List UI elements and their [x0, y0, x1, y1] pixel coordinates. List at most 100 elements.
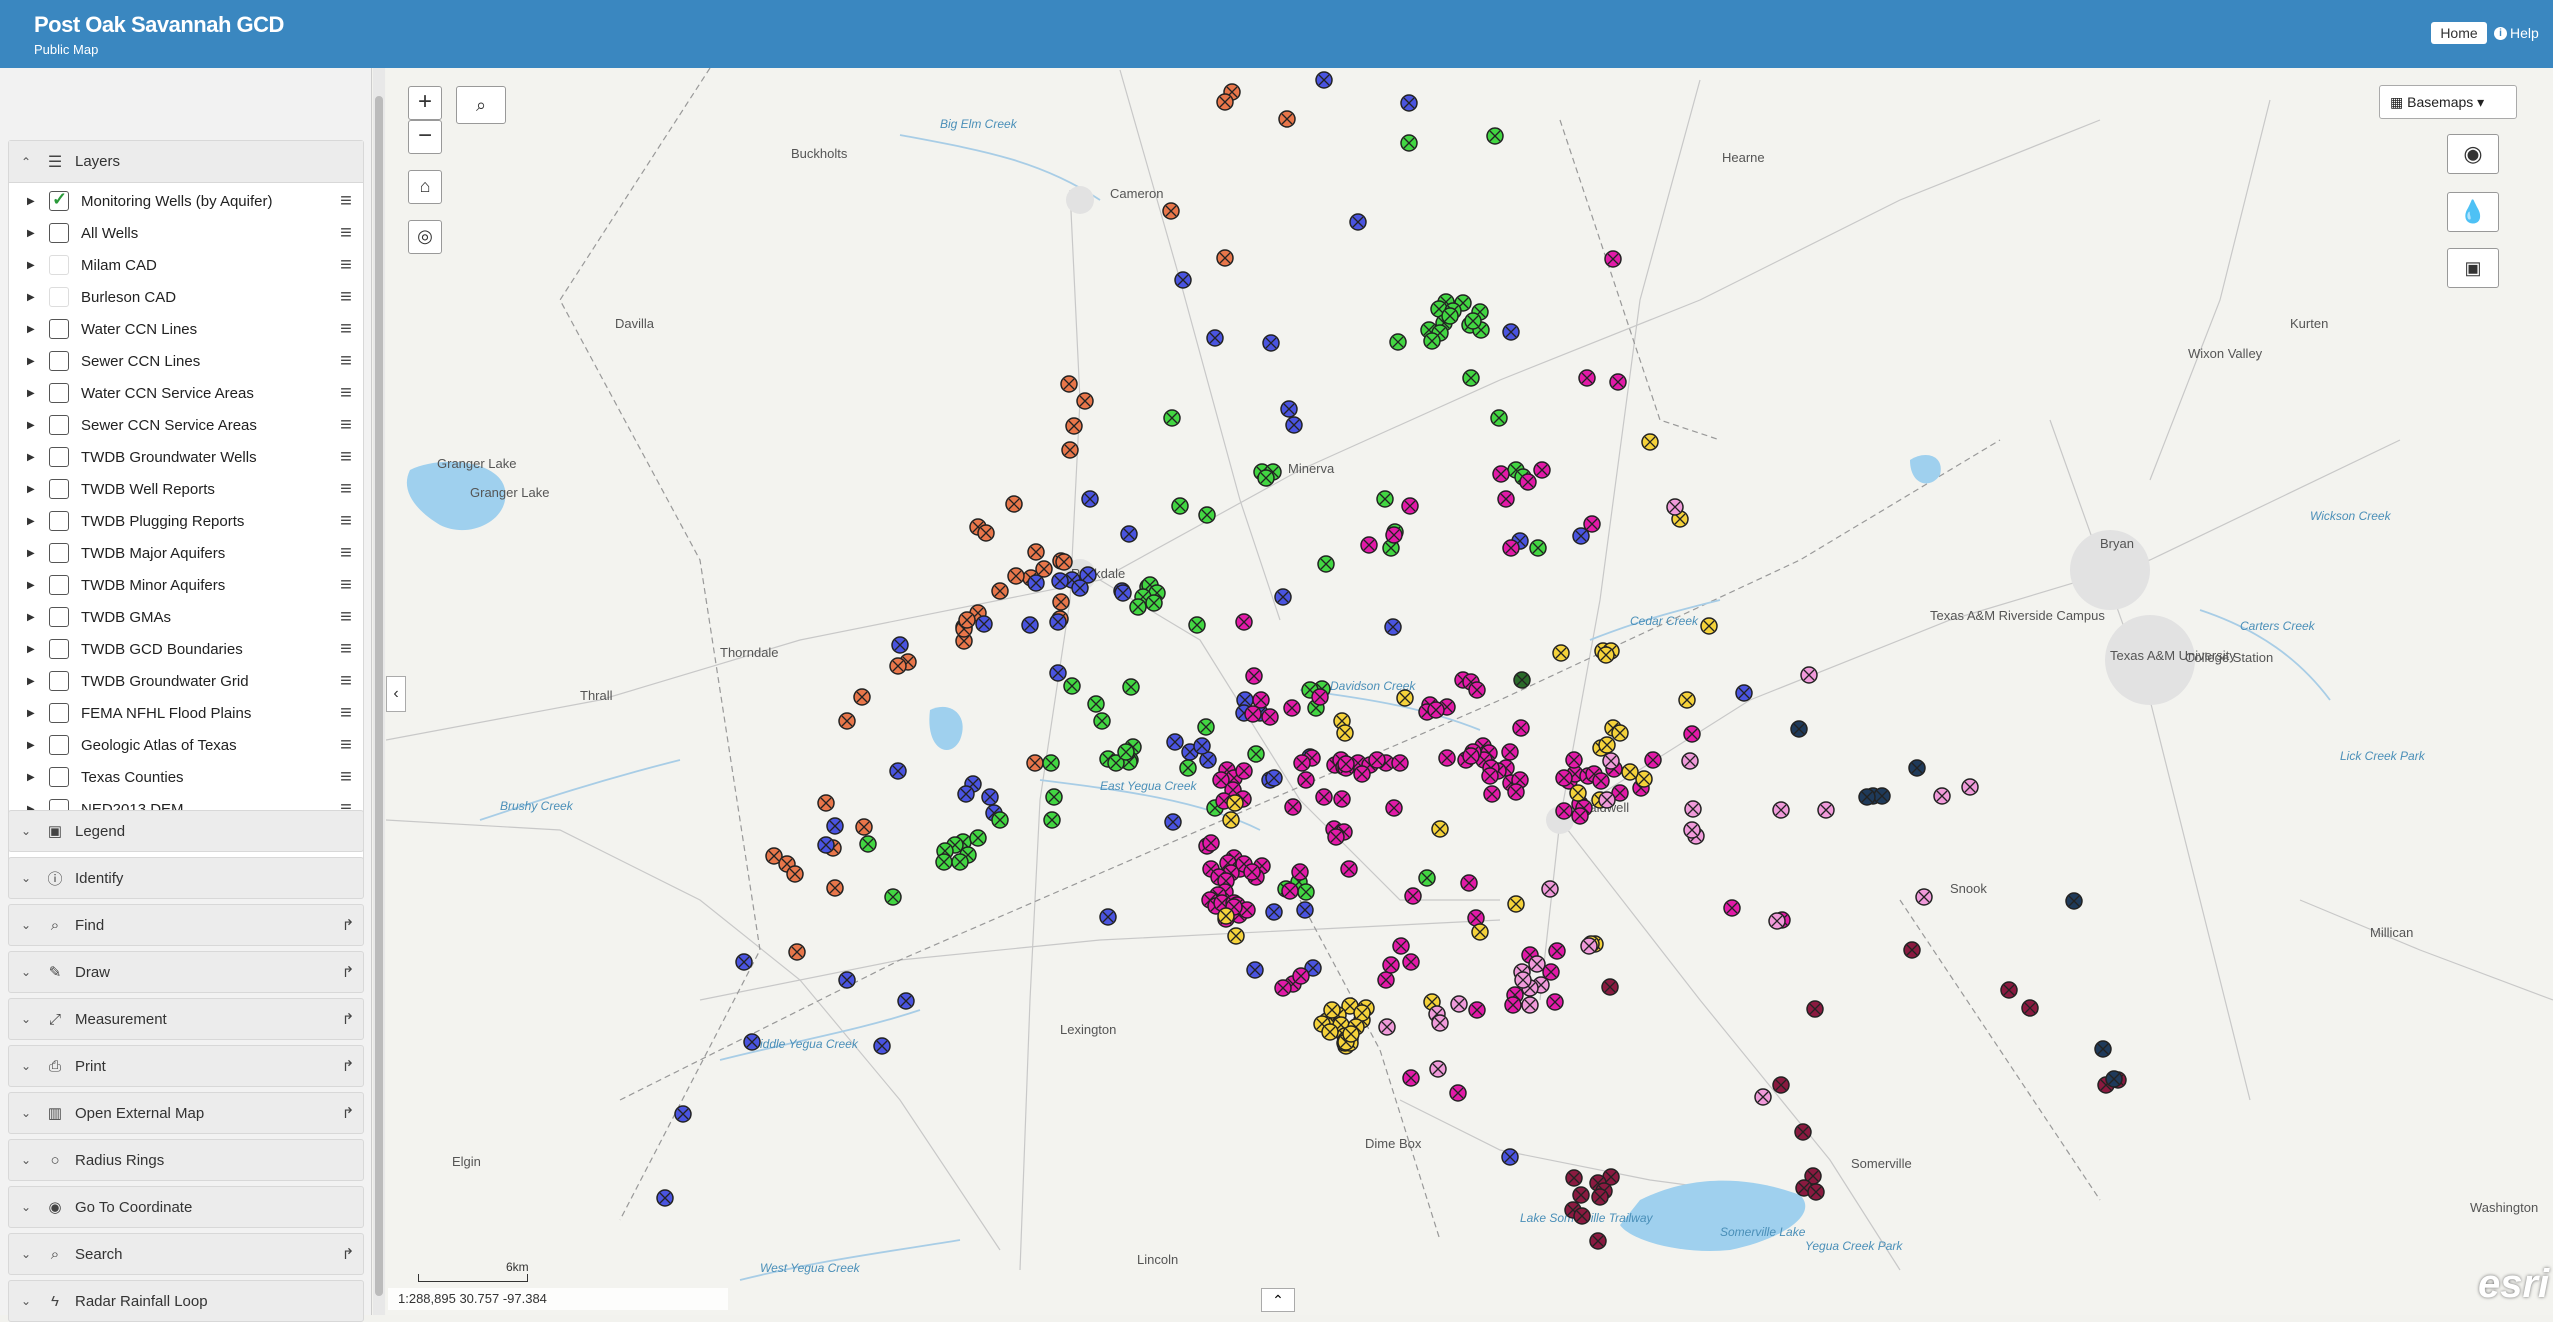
- well-marker-orange[interactable]: [1060, 375, 1078, 393]
- well-marker-magenta[interactable]: [1385, 526, 1403, 544]
- layer-menu-icon[interactable]: ≡: [329, 446, 363, 469]
- well-marker-yellow[interactable]: [1700, 617, 1718, 635]
- well-marker-green[interactable]: [1247, 745, 1265, 763]
- well-marker-orange[interactable]: [1278, 110, 1296, 128]
- well-marker-green[interactable]: [1297, 883, 1315, 901]
- well-marker-magenta[interactable]: [1462, 747, 1480, 765]
- expand-arrow-icon[interactable]: ▶: [27, 676, 35, 687]
- layer-menu-icon[interactable]: ≡: [329, 638, 363, 661]
- well-marker-green[interactable]: [1129, 598, 1147, 616]
- well-marker-magenta[interactable]: [1449, 1084, 1467, 1102]
- chevron-down-icon[interactable]: ⌄: [9, 824, 43, 838]
- chevron-down-icon[interactable]: ⌄: [9, 1200, 43, 1214]
- well-marker-yellow[interactable]: [1336, 724, 1354, 742]
- layer-menu-icon[interactable]: ≡: [329, 574, 363, 597]
- map-canvas[interactable]: Buckholts Cameron Hearne Davilla Granger Lak…: [386, 68, 2553, 1315]
- layer-row[interactable]: ▶ TWDB Plugging Reports ≡: [9, 505, 363, 537]
- layer-row[interactable]: ▶ Water CCN Lines ≡: [9, 313, 363, 345]
- well-marker-yellow[interactable]: [1227, 927, 1245, 945]
- home-extent-button[interactable]: ⌂: [408, 170, 442, 204]
- well-marker-orange[interactable]: [889, 657, 907, 675]
- well-marker-magenta[interactable]: [1311, 688, 1329, 706]
- well-marker-orange[interactable]: [1076, 392, 1094, 410]
- expand-arrow-icon[interactable]: ▶: [27, 324, 35, 335]
- locate-button[interactable]: ◎: [408, 220, 442, 254]
- well-marker-blue[interactable]: [1285, 416, 1303, 434]
- well-marker-magenta[interactable]: [1533, 461, 1551, 479]
- layer-menu-icon[interactable]: ≡: [329, 318, 363, 341]
- layer-checkbox[interactable]: [49, 189, 69, 211]
- well-marker-pink[interactable]: [1666, 498, 1684, 516]
- chevron-down-icon[interactable]: ⌄: [9, 1294, 43, 1308]
- well-marker-pink[interactable]: [1683, 821, 1701, 839]
- well-marker-yellow[interactable]: [1598, 736, 1616, 754]
- well-marker-blue[interactable]: [1049, 613, 1067, 631]
- layer-row[interactable]: ▶ TWDB Minor Aquifers ≡: [9, 569, 363, 601]
- well-marker-magenta[interactable]: [1427, 701, 1445, 719]
- well-marker-darkred[interactable]: [1573, 1207, 1591, 1225]
- well-marker-green[interactable]: [1145, 594, 1163, 612]
- well-marker-yellow[interactable]: [1678, 691, 1696, 709]
- well-marker-magenta[interactable]: [1460, 874, 1478, 892]
- layer-menu-icon[interactable]: ≡: [329, 542, 363, 565]
- well-marker-darkred[interactable]: [1807, 1183, 1825, 1201]
- well-marker-magenta[interactable]: [1555, 769, 1573, 787]
- well-marker-blue[interactable]: [743, 1033, 761, 1051]
- well-marker-magenta[interactable]: [1502, 539, 1520, 557]
- well-marker-orange[interactable]: [1005, 495, 1023, 513]
- well-marker-yellow[interactable]: [1641, 433, 1659, 451]
- well-marker-pink[interactable]: [1754, 1088, 1772, 1106]
- well-marker-blue[interactable]: [1120, 525, 1138, 543]
- expand-arrow-icon[interactable]: ▶: [27, 292, 35, 303]
- well-marker-green[interactable]: [1418, 869, 1436, 887]
- well-marker-darkred[interactable]: [1903, 941, 1921, 959]
- share-icon[interactable]: ↱: [333, 916, 363, 934]
- well-marker-magenta[interactable]: [1368, 751, 1386, 769]
- well-marker-orange[interactable]: [1055, 553, 1073, 571]
- well-marker-blue[interactable]: [957, 785, 975, 803]
- expand-arrow-icon[interactable]: ▶: [27, 708, 35, 719]
- chevron-down-icon[interactable]: ⌄: [9, 965, 43, 979]
- well-marker-green[interactable]: [1400, 134, 1418, 152]
- well-marker-green[interactable]: [1423, 332, 1441, 350]
- expand-arrow-icon[interactable]: ▶: [27, 356, 35, 367]
- zoom-in-button[interactable]: +: [408, 86, 442, 120]
- layer-menu-icon[interactable]: ≡: [329, 222, 363, 245]
- layer-menu-icon[interactable]: ≡: [329, 254, 363, 277]
- chevron-down-icon[interactable]: ⌄: [9, 1059, 43, 1073]
- well-marker-orange[interactable]: [1162, 202, 1180, 220]
- well-marker-magenta[interactable]: [1391, 754, 1409, 772]
- well-marker-yellow[interactable]: [1396, 689, 1414, 707]
- well-marker-magenta[interactable]: [1468, 1001, 1486, 1019]
- well-marker-blue[interactable]: [838, 971, 856, 989]
- well-marker-pink[interactable]: [1378, 1018, 1396, 1036]
- well-marker-yellow[interactable]: [1222, 811, 1240, 829]
- well-marker-pink[interactable]: [1933, 787, 1951, 805]
- layer-row[interactable]: ▶ Texas Counties ≡: [9, 761, 363, 793]
- home-button[interactable]: Home: [2431, 22, 2487, 44]
- expand-arrow-icon[interactable]: ▶: [27, 388, 35, 399]
- layer-checkbox[interactable]: [49, 351, 69, 371]
- well-marker-orange[interactable]: [1027, 543, 1045, 561]
- chevron-up-icon[interactable]: ⌃: [9, 155, 43, 169]
- well-marker-blue[interactable]: [1193, 737, 1211, 755]
- layer-menu-icon[interactable]: ≡: [329, 702, 363, 725]
- well-marker-magenta[interactable]: [1315, 788, 1333, 806]
- layer-checkbox[interactable]: [49, 255, 69, 275]
- well-marker-yellow[interactable]: [1217, 907, 1235, 925]
- well-marker-pink[interactable]: [1541, 880, 1559, 898]
- well-marker-blue[interactable]: [1296, 901, 1314, 919]
- help-link[interactable]: i Help: [2494, 22, 2539, 44]
- well-marker-green[interactable]: [1198, 506, 1216, 524]
- layer-menu-icon[interactable]: ≡: [329, 478, 363, 501]
- expand-arrow-icon[interactable]: ▶: [27, 580, 35, 591]
- well-marker-green[interactable]: [1171, 497, 1189, 515]
- well-marker-darkred[interactable]: [1772, 1076, 1790, 1094]
- well-marker-pink[interactable]: [1800, 666, 1818, 684]
- well-marker-blue[interactable]: [891, 636, 909, 654]
- layer-row[interactable]: ▶ Burleson CAD ≡: [9, 281, 363, 313]
- well-marker-blue[interactable]: [897, 992, 915, 1010]
- well-marker-pink[interactable]: [1429, 1060, 1447, 1078]
- layer-row[interactable]: ▶ Milam CAD ≡: [9, 249, 363, 281]
- layer-checkbox[interactable]: [49, 703, 69, 723]
